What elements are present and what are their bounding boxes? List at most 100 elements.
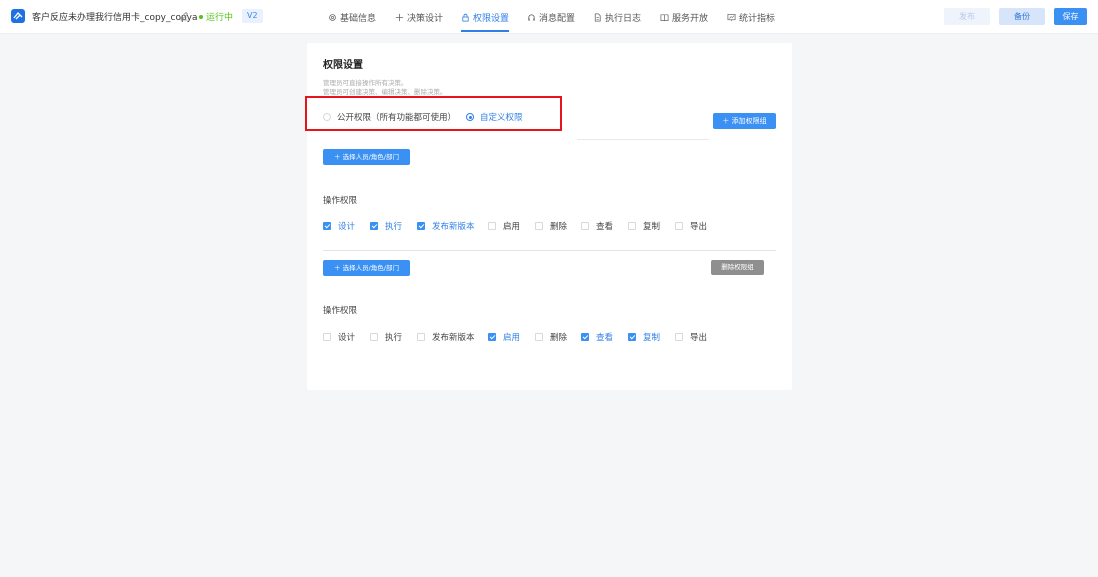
divider	[323, 250, 776, 251]
radio-circle	[466, 113, 474, 121]
save-button[interactable]: 保存	[1054, 8, 1087, 25]
tab-label: 消息配置	[539, 13, 576, 24]
delete-permission-group-button[interactable]: 删除权限组	[711, 260, 764, 275]
checkbox-box	[370, 222, 378, 230]
tab-label: 权限设置	[473, 13, 510, 24]
publish-button[interactable]: 发布	[944, 8, 990, 25]
tab-label: 统计指标	[739, 13, 776, 24]
checkbox-label: 发布新版本	[432, 222, 475, 232]
checkbox-label: 删除	[550, 222, 568, 232]
checkbox-box	[628, 333, 636, 341]
tab-execution-log[interactable]: 执行日志	[593, 0, 641, 34]
checkbox-box	[628, 222, 636, 230]
tab-label: 执行日志	[605, 13, 642, 24]
book-icon	[660, 13, 669, 21]
tab-label: 服务开放	[672, 13, 709, 24]
checkbox-design[interactable]: 设计	[323, 220, 355, 232]
select-members-button[interactable]: ＋ 选择人员/角色/部门	[323, 260, 410, 276]
status-badge: 运行中	[199, 10, 233, 23]
radio-public-permission[interactable]: 公开权限（所有功能都可使用）	[323, 111, 456, 123]
radio-label: 自定义权限	[480, 113, 523, 123]
section-label: 操作权限	[323, 306, 358, 316]
button-label: 选择人员/角色/部门	[342, 264, 399, 272]
checkbox-copy[interactable]: 复制	[628, 331, 660, 343]
checkbox-view[interactable]: 查看	[581, 220, 613, 232]
checkbox-execute[interactable]: 执行	[370, 220, 402, 232]
checkbox-box	[323, 222, 331, 230]
checkbox-label: 查看	[596, 222, 614, 232]
checkbox-copy[interactable]: 复制	[628, 220, 660, 232]
add-permission-group-button[interactable]: ＋ 添加权限组	[713, 113, 776, 129]
checkbox-box	[488, 333, 496, 341]
top-bar: 客户反应未办理我行信用卡_copy_copya 运行中 V2 基础信息 决策设计…	[0, 0, 1098, 34]
app-title: 客户反应未办理我行信用卡_copy_copya	[32, 13, 198, 23]
operation-permissions-group-1: 设计 执行 发布新版本 启用 删除 查看 复制 导出	[323, 220, 783, 232]
tab-label: 基础信息	[340, 13, 377, 24]
lock-icon	[462, 13, 469, 22]
checkbox-label: 执行	[385, 222, 403, 232]
select-members-button[interactable]: ＋ 选择人员/角色/部门	[323, 149, 410, 165]
checkbox-box	[488, 222, 496, 230]
radio-label: 公开权限（所有功能都可使用）	[337, 113, 457, 123]
version-badge: V2	[242, 9, 263, 23]
checkbox-label: 删除	[550, 333, 568, 343]
checkbox-label: 发布新版本	[432, 333, 475, 343]
tab-basic-info[interactable]: 基础信息	[328, 0, 376, 34]
button-label: 选择人员/角色/部门	[342, 153, 399, 161]
checkbox-label: 导出	[690, 333, 708, 343]
checkbox-box	[417, 333, 425, 341]
checkbox-box	[675, 333, 683, 341]
tab-statistics[interactable]: 统计指标	[727, 0, 775, 34]
checkbox-label: 复制	[643, 222, 661, 232]
checkbox-box	[581, 333, 589, 341]
status-text: 运行中	[206, 13, 234, 23]
document-icon	[594, 12, 601, 22]
status-dot-icon	[199, 14, 203, 19]
checkbox-box	[370, 333, 378, 341]
app-logo-icon	[11, 9, 25, 23]
checkbox-box	[417, 222, 425, 230]
tab-message-config[interactable]: 消息配置	[527, 0, 575, 34]
tab-service-open[interactable]: 服务开放	[660, 0, 708, 34]
tab-permission-settings[interactable]: 权限设置	[461, 0, 510, 34]
radio-custom-permission[interactable]: 自定义权限	[466, 111, 523, 123]
page-title: 权限设置	[323, 60, 363, 71]
checkbox-view[interactable]: 查看	[581, 331, 613, 343]
checkbox-publish-version[interactable]: 发布新版本	[417, 331, 475, 343]
edit-icon[interactable]	[179, 11, 189, 21]
section-label: 操作权限	[323, 196, 358, 206]
checkbox-design[interactable]: 设计	[323, 331, 355, 343]
checkbox-box	[535, 222, 543, 230]
gear-icon	[329, 13, 336, 21]
checkbox-label: 设计	[338, 222, 356, 232]
checkbox-box	[535, 333, 543, 341]
checkbox-label: 查看	[596, 333, 614, 343]
tab-label: 决策设计	[407, 13, 444, 24]
checkbox-box	[323, 333, 331, 341]
move-icon	[395, 13, 404, 21]
divider	[577, 139, 709, 140]
tab-decision-design[interactable]: 决策设计	[395, 0, 443, 34]
checkbox-label: 复制	[643, 333, 661, 343]
headset-icon	[528, 13, 535, 21]
checkbox-box	[675, 222, 683, 230]
backup-button[interactable]: 备份	[999, 8, 1045, 25]
checkbox-label: 启用	[503, 222, 521, 232]
checkbox-label: 执行	[385, 333, 403, 343]
operation-permissions-group-2: 设计 执行 发布新版本 启用 删除 查看 复制 导出	[323, 331, 783, 343]
checkbox-enable[interactable]: 启用	[488, 331, 520, 343]
checkbox-label: 启用	[503, 333, 521, 343]
checkbox-label: 导出	[690, 222, 708, 232]
checkbox-publish-version[interactable]: 发布新版本	[417, 220, 475, 232]
chart-icon	[727, 13, 736, 21]
checkbox-delete[interactable]: 删除	[535, 220, 567, 232]
checkbox-delete[interactable]: 删除	[535, 331, 567, 343]
checkbox-enable[interactable]: 启用	[488, 220, 520, 232]
checkbox-export[interactable]: 导出	[675, 331, 707, 343]
button-label: 添加权限组	[731, 117, 767, 125]
checkbox-execute[interactable]: 执行	[370, 331, 402, 343]
checkbox-label: 设计	[338, 333, 356, 343]
description-line: 管理员可创建决策、编辑决策、删除决策。	[323, 88, 447, 96]
permission-card: 权限设置 管理员可直接操作所有决策。 管理员可创建决策、编辑决策、删除决策。 公…	[305, 43, 792, 390]
checkbox-export[interactable]: 导出	[675, 220, 707, 232]
